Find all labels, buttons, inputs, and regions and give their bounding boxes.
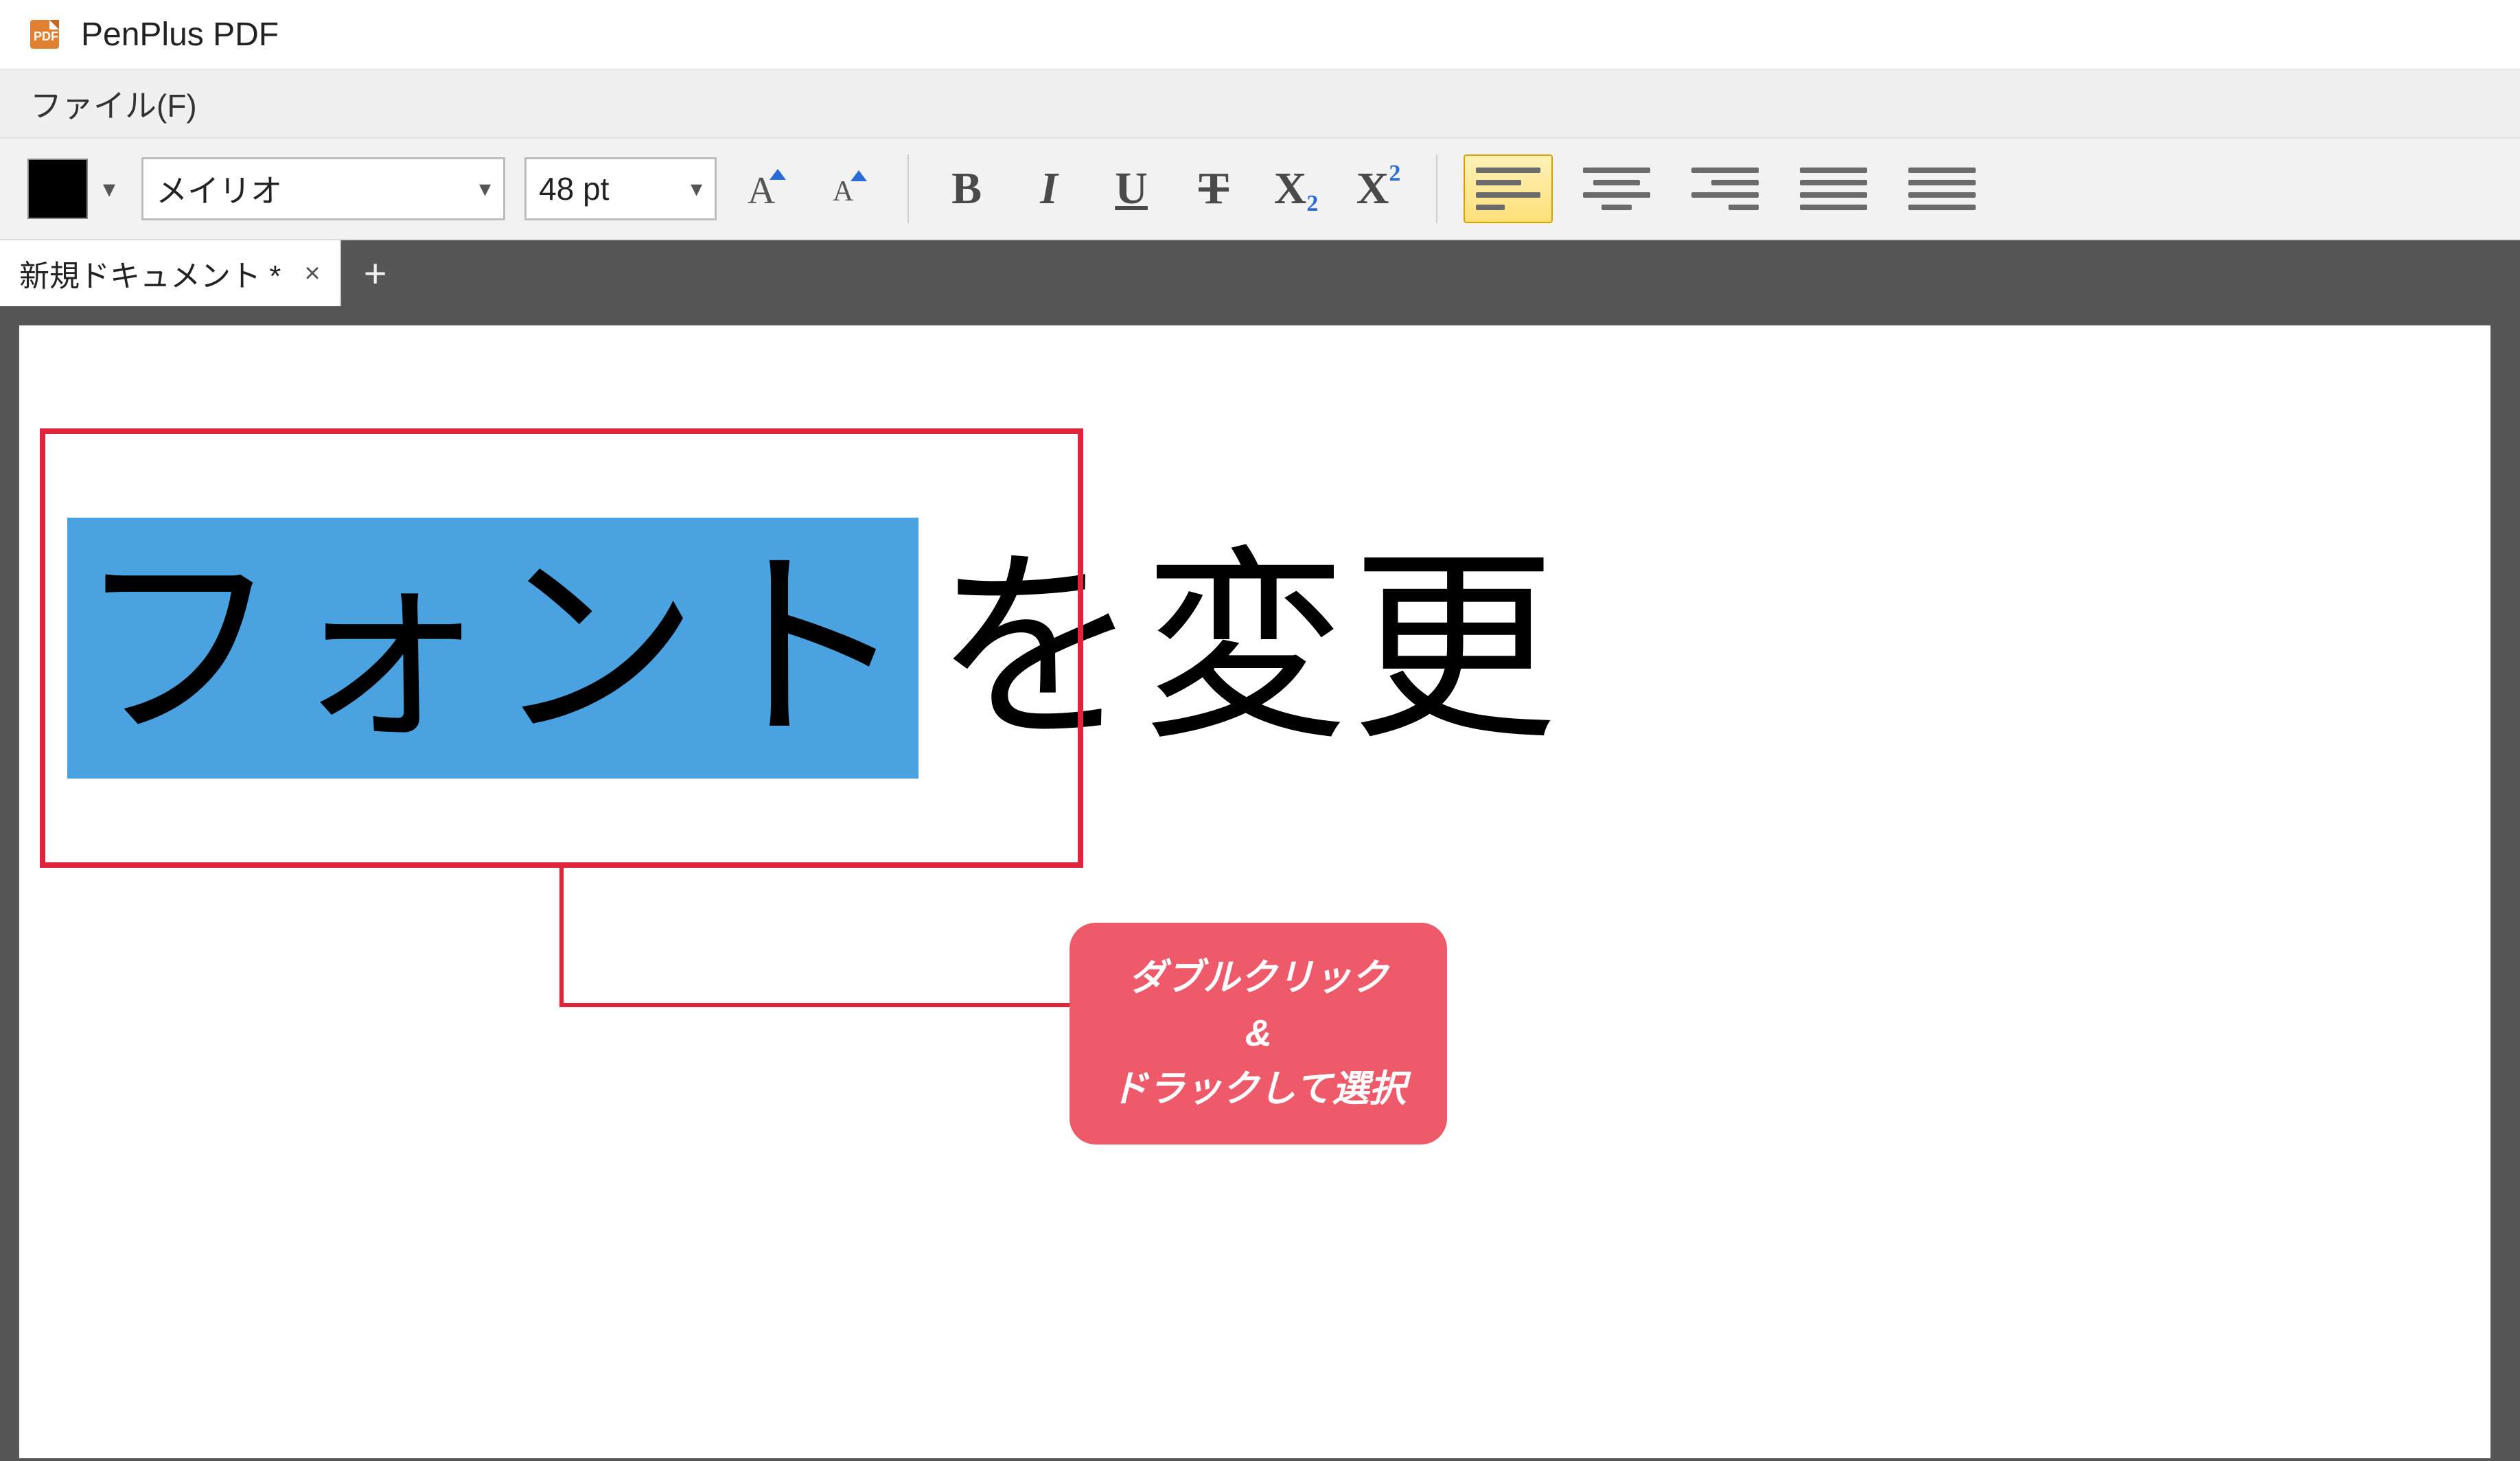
superscript-base: X bbox=[1356, 163, 1389, 215]
strikethrough-button[interactable]: T bbox=[1182, 157, 1245, 220]
align-justify-button[interactable] bbox=[1789, 154, 1878, 223]
align-right-button[interactable] bbox=[1680, 154, 1770, 223]
bold-label: B bbox=[951, 163, 982, 215]
chevron-down-icon: ▾ bbox=[479, 175, 491, 203]
callout-line-3: ドラックして選択 bbox=[1111, 1061, 1406, 1117]
titlebar: PDF PenPlus PDF bbox=[0, 0, 2520, 69]
align-center-button[interactable] bbox=[1572, 154, 1661, 223]
menubar: ファイル(F) bbox=[0, 69, 2520, 137]
formatting-toolbar: ▾ メイリオ ▾ 48 pt ▾ A A B I bbox=[0, 137, 2520, 240]
app-title: PenPlus PDF bbox=[81, 16, 279, 54]
superscript-sup: 2 bbox=[1389, 161, 1400, 187]
increase-font-size-button[interactable]: A bbox=[736, 157, 799, 220]
canvas-area: フォントを変更 ダブルクリック & ドラックして選択 bbox=[0, 306, 2520, 1461]
pdf-app-icon: PDF bbox=[27, 17, 62, 51]
font-size-value: 48 pt bbox=[539, 170, 609, 207]
toolbar-separator bbox=[908, 154, 909, 223]
color-picker-group: ▾ bbox=[27, 159, 122, 219]
unselected-text[interactable]: を変更 bbox=[934, 545, 1560, 751]
italic-label: I bbox=[1040, 163, 1058, 215]
subscript-sub: 2 bbox=[1306, 191, 1318, 217]
subscript-base: X bbox=[1274, 163, 1307, 215]
svg-text:A: A bbox=[748, 170, 776, 212]
annotation-callout: ダブルクリック & ドラックして選択 bbox=[1070, 923, 1447, 1144]
callout-line-1: ダブルクリック bbox=[1111, 950, 1406, 1006]
document-tabstrip: 新規ドキュメント * × + bbox=[0, 240, 2520, 306]
svg-text:A: A bbox=[833, 176, 854, 207]
chevron-down-icon: ▾ bbox=[691, 175, 702, 203]
tab-close-icon[interactable]: × bbox=[304, 258, 320, 289]
text-caret bbox=[918, 501, 934, 796]
subscript-button[interactable]: X2 bbox=[1264, 157, 1328, 220]
underline-label: U bbox=[1115, 163, 1148, 215]
superscript-button[interactable]: X2 bbox=[1347, 157, 1410, 220]
font-family-combo[interactable]: メイリオ ▾ bbox=[141, 157, 505, 220]
new-tab-button[interactable]: + bbox=[341, 240, 410, 306]
document-page[interactable]: フォントを変更 ダブルクリック & ドラックして選択 bbox=[19, 325, 2490, 1458]
app-window: PDF PenPlus PDF ファイル(F) ▾ メイリオ ▾ 48 pt ▾… bbox=[0, 0, 2520, 1461]
align-distribute-button[interactable] bbox=[1897, 154, 1987, 223]
tab-label: 新規ドキュメント * bbox=[19, 251, 281, 295]
font-family-value: メイリオ bbox=[156, 166, 282, 211]
document-tab-active[interactable]: 新規ドキュメント * × bbox=[0, 240, 341, 306]
text-box[interactable]: フォントを変更 bbox=[54, 456, 1831, 840]
callout-line-2: & bbox=[1111, 1006, 1406, 1061]
font-size-combo[interactable]: 48 pt ▾ bbox=[524, 157, 717, 220]
bold-button[interactable]: B bbox=[935, 157, 998, 220]
toolbar-separator bbox=[1436, 154, 1437, 223]
color-dropdown-caret-icon[interactable]: ▾ bbox=[96, 174, 122, 203]
plus-icon: + bbox=[364, 251, 387, 297]
decrease-font-size-button[interactable]: A bbox=[818, 157, 881, 220]
svg-text:PDF: PDF bbox=[34, 30, 58, 43]
menu-file[interactable]: ファイル(F) bbox=[21, 76, 207, 132]
strike-label: T bbox=[1199, 163, 1229, 215]
text-color-swatch[interactable] bbox=[27, 159, 88, 219]
underline-button[interactable]: U bbox=[1100, 157, 1163, 220]
align-left-button[interactable] bbox=[1464, 154, 1553, 223]
italic-button[interactable]: I bbox=[1017, 157, 1080, 220]
selected-text[interactable]: フォント bbox=[67, 518, 918, 779]
